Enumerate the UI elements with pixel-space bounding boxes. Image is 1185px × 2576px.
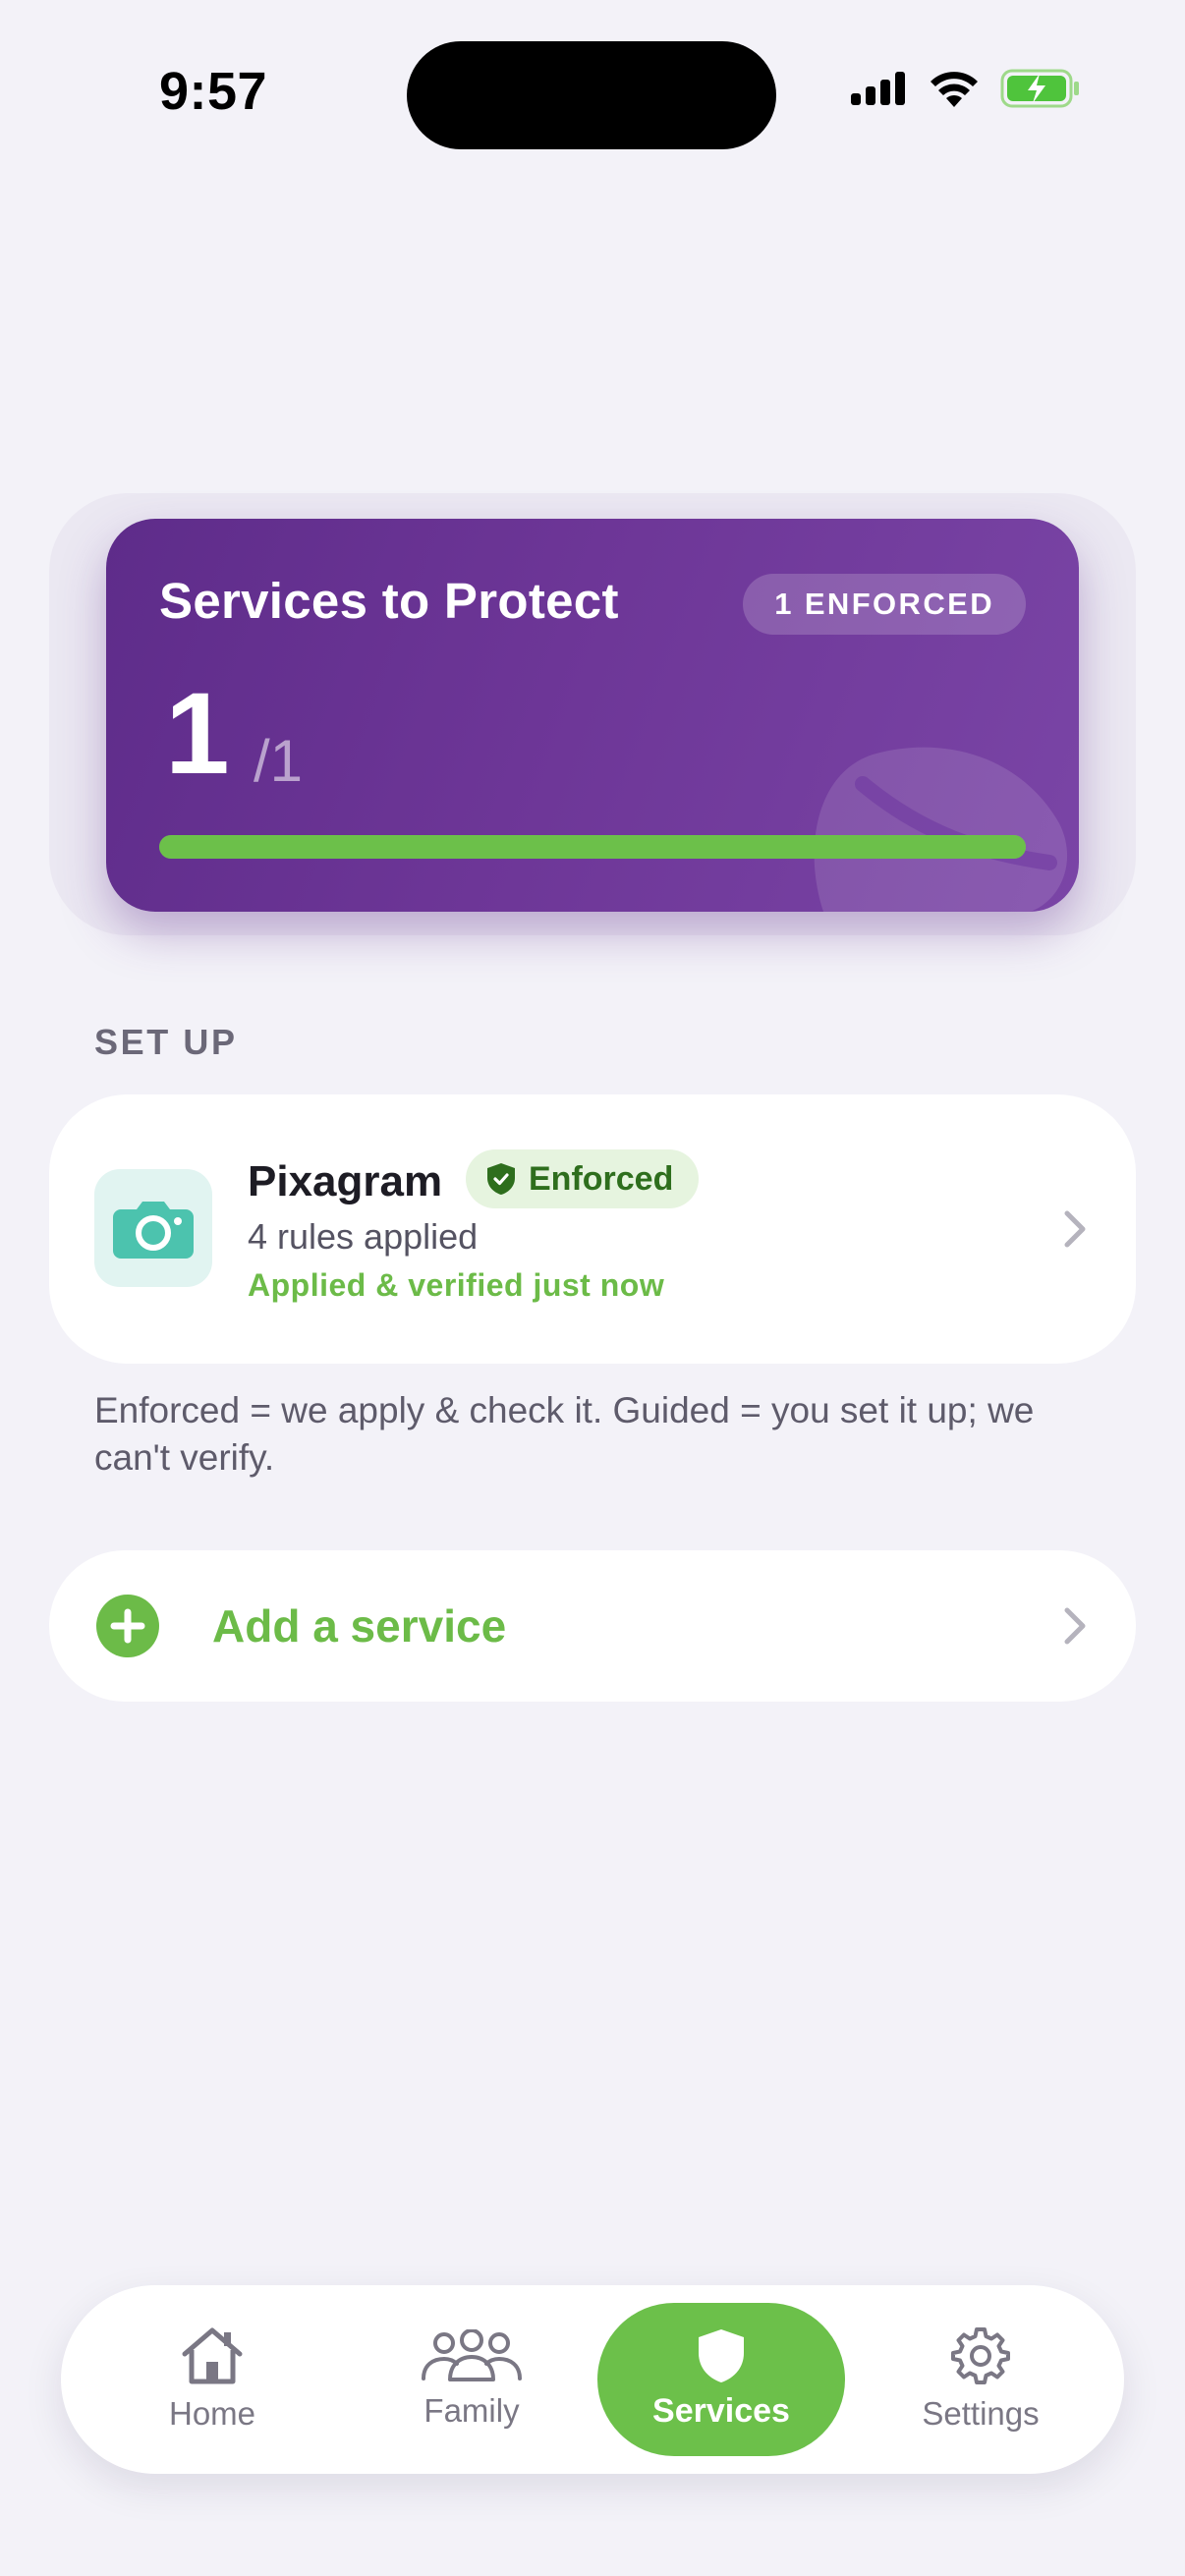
protection-progress-bar (159, 835, 1026, 859)
service-rules-count: 4 rules applied (248, 1216, 479, 1257)
add-service-label: Add a service (212, 1600, 507, 1652)
status-icons (851, 69, 1081, 108)
leaf-icon (814, 747, 1068, 912)
tab-settings-label: Settings (922, 2395, 1040, 2432)
enforced-status-badge: Enforced (466, 1149, 700, 1208)
battery-charging-icon (1000, 69, 1079, 108)
wifi-icon (931, 72, 978, 107)
service-app-icon (94, 1169, 212, 1287)
section-label-setup: SET UP (94, 1022, 238, 1062)
dynamic-island (407, 41, 776, 149)
enforced-status-label: Enforced (529, 1159, 674, 1198)
protected-count: 1 (165, 669, 230, 799)
protection-progress-fill (159, 835, 1026, 859)
services-screen: 9:57 Services to Protect 1 ENFORCED 1 /1… (0, 0, 1185, 2576)
tab-home-label: Home (168, 2395, 256, 2432)
shield-check-icon (487, 1163, 515, 1195)
protected-total: /1 (254, 728, 304, 794)
hero-title: Services to Protect (159, 573, 619, 629)
home-icon (182, 2327, 243, 2384)
tab-services-label: Services (652, 2391, 790, 2430)
shield-icon (699, 2328, 744, 2382)
service-row-pixagram[interactable]: Pixagram Enforced 4 rules applied Applie… (49, 1094, 1136, 1364)
chevron-right-icon (1064, 1607, 1086, 1645)
tab-services[interactable]: Services (597, 2303, 845, 2456)
enforced-guided-explanation: Enforced = we apply & check it. Guided =… (94, 1390, 1035, 1478)
tab-family[interactable]: Family (373, 2303, 570, 2456)
camera-icon (113, 1202, 194, 1259)
cellular-signal-icon (851, 72, 905, 105)
enforced-count-badge: 1 ENFORCED (743, 574, 1026, 635)
plus-circle-icon (96, 1595, 159, 1657)
tab-family-label: Family (423, 2392, 520, 2429)
chevron-right-icon (1064, 1210, 1086, 1248)
tab-bar: Home Family Services Settings (61, 2285, 1124, 2474)
gear-icon (951, 2327, 1010, 2384)
add-service-button[interactable]: Add a service (49, 1550, 1136, 1702)
tab-home[interactable]: Home (114, 2303, 310, 2456)
service-name: Pixagram (248, 1157, 443, 1205)
family-icon (422, 2329, 522, 2381)
service-verified-text: Applied & verified just now (248, 1267, 665, 1303)
tab-settings[interactable]: Settings (882, 2303, 1079, 2456)
services-summary-card: Services to Protect 1 ENFORCED 1 /1 (106, 519, 1079, 912)
status-time: 9:57 (159, 62, 268, 121)
